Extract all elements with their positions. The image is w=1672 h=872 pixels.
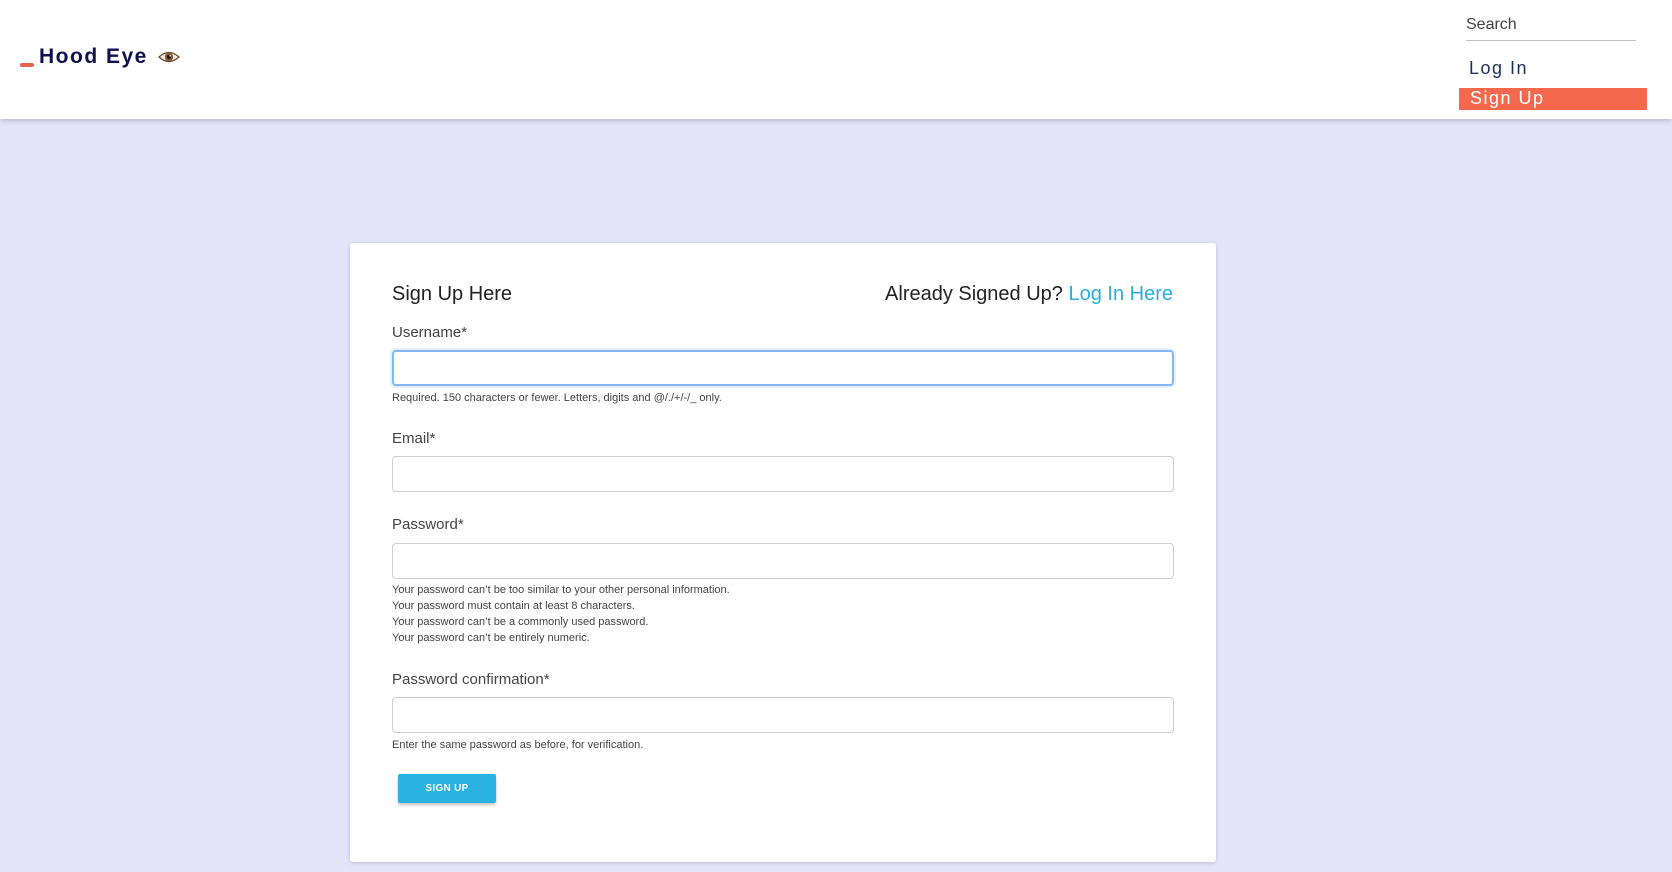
password-help-line: Your password can’t be too similar to yo… [392, 584, 730, 596]
nav-login-link[interactable]: Log In [1469, 58, 1528, 79]
password-confirm-field[interactable] [392, 697, 1174, 733]
signup-submit-button[interactable]: SIGN UP [398, 774, 496, 803]
signup-card: Sign Up Here Already Signed Up? Log In H… [350, 243, 1216, 862]
username-field[interactable] [392, 350, 1174, 386]
email-label: Email* [392, 430, 436, 447]
brand-logo[interactable]: Hood Eye [20, 42, 180, 72]
password-field[interactable] [392, 543, 1174, 579]
eye-icon [157, 49, 180, 65]
confirm-help: Enter the same password as before, for v… [392, 739, 644, 751]
already-text: Already Signed Up? [885, 283, 1063, 305]
top-navbar: Hood Eye Log In Sign Up [0, 0, 1672, 119]
login-here-link[interactable]: Log In Here [1068, 283, 1173, 305]
username-label: Username* [392, 324, 468, 341]
password-help: Your password can’t be too similar to yo… [392, 582, 730, 646]
search-input[interactable] [1466, 10, 1636, 41]
password-label: Password* [392, 516, 464, 533]
brand-accent-dash [20, 63, 34, 67]
nav-signup-button[interactable]: Sign Up [1459, 88, 1647, 110]
password-help-line: Your password can’t be entirely numeric. [392, 632, 590, 644]
password-help-line: Your password can’t be a commonly used p… [392, 616, 649, 628]
brand-name: Hood Eye [39, 45, 148, 68]
form-title: Sign Up Here [392, 283, 513, 305]
username-help: Required. 150 characters or fewer. Lette… [392, 392, 722, 404]
password-help-line: Your password must contain at least 8 ch… [392, 600, 635, 612]
confirm-label: Password confirmation* [392, 671, 550, 688]
email-field[interactable] [392, 456, 1174, 492]
already-signed-up: Already Signed Up? Log In Here [885, 283, 1173, 306]
